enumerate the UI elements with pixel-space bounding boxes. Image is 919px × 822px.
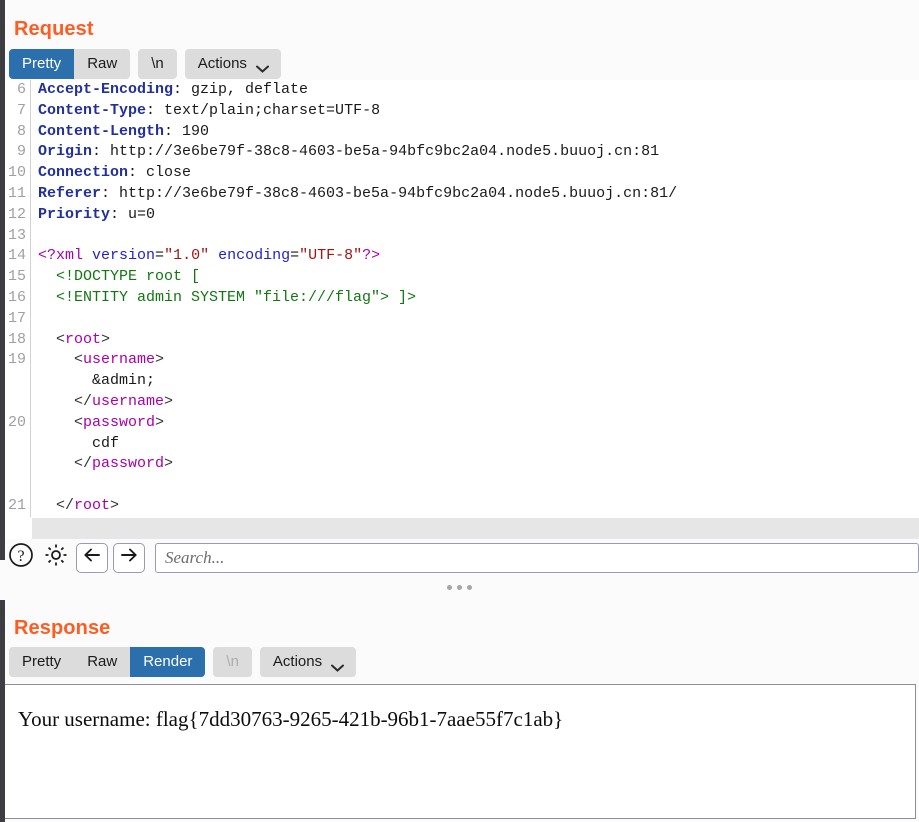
response-tabgroup-view: Pretty Raw Render [9, 647, 206, 678]
help-button[interactable]: ? [6, 543, 36, 573]
burp-repeater-window: Request Pretty Raw \n Actions 6 7 8 9 10 11 1 [0, 0, 919, 822]
drag-dots-icon [467, 585, 472, 591]
request-tabgroup-newline: \n [138, 48, 177, 79]
window-left-edge [0, 0, 5, 560]
request-tabbar: Pretty Raw \n Actions [0, 47, 919, 80]
request-search-toolbar: ? Search... [0, 538, 919, 577]
response-tabgroup-newline: \n [213, 647, 252, 678]
response-panel: Response Pretty Raw Render \n Actions Yo [0, 599, 919, 822]
drag-dots-icon [447, 585, 452, 591]
response-tab-pretty[interactable]: Pretty [9, 647, 75, 678]
gear-icon [43, 542, 69, 573]
request-horizontal-scrollbar[interactable] [32, 516, 919, 539]
drag-dots-icon [457, 585, 462, 591]
search-back-button[interactable] [76, 542, 108, 573]
response-tab-newline: \n [213, 647, 252, 678]
rendered-body-text: Your username: flag{7dd30763-9265-421b-9… [18, 706, 564, 731]
response-actions-button[interactable]: Actions [259, 647, 357, 678]
response-panel-title: Response [14, 616, 111, 639]
response-actions-label: Actions [272, 653, 323, 671]
request-tab-newline[interactable]: \n [138, 48, 177, 79]
request-code-content[interactable]: Accept-Encoding: gzip, deflate Content-Ty… [31, 80, 919, 517]
search-placeholder: Search... [165, 547, 225, 567]
arrow-left-icon [82, 547, 102, 568]
request-tab-raw[interactable]: Raw [74, 48, 131, 79]
request-tabgroup-actions: Actions [184, 48, 281, 79]
window-left-edge-lower [0, 600, 5, 822]
response-tabgroup-actions: Actions [259, 647, 357, 678]
settings-button[interactable] [41, 543, 71, 573]
question-circle-icon: ? [8, 542, 34, 573]
search-forward-button[interactable] [113, 542, 145, 573]
response-tab-raw[interactable]: Raw [74, 647, 131, 678]
request-panel-title: Request [14, 18, 94, 40]
arrow-right-icon [119, 547, 139, 568]
request-tab-pretty[interactable]: Pretty [9, 48, 75, 79]
chevron-down-icon [255, 59, 269, 73]
request-tabgroup-view: Pretty Raw [9, 48, 131, 79]
request-actions-label: Actions [197, 54, 247, 72]
response-render-area: Your username: flag{7dd30763-9265-421b-9… [3, 683, 916, 819]
panel-splitter[interactable] [0, 576, 919, 599]
chevron-down-icon [331, 658, 345, 672]
response-tabbar: Pretty Raw Render \n Actions [0, 646, 919, 679]
request-actions-button[interactable]: Actions [184, 48, 281, 79]
svg-text:?: ? [17, 548, 24, 565]
response-tab-render[interactable]: Render [130, 647, 206, 678]
request-panel: Request Pretty Raw \n Actions 6 7 8 9 10 11 1 [0, 0, 919, 577]
search-input[interactable]: Search... [155, 542, 919, 573]
request-code-viewer[interactable]: 6 7 8 9 10 11 12 13 14 15 16 17 18 19 20 21 Accept-En… [0, 80, 919, 539]
